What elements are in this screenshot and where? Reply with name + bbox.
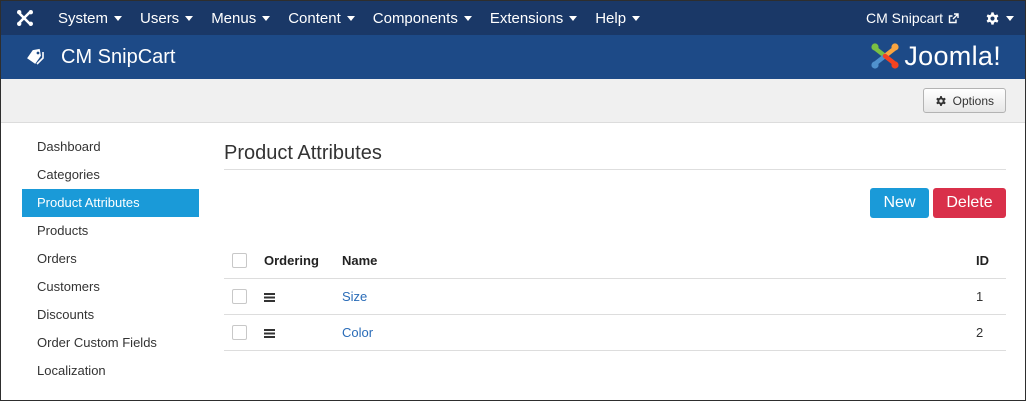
options-button[interactable]: Options: [922, 88, 1006, 113]
menu-extensions[interactable]: Extensions: [481, 1, 586, 35]
page-title: Product Attributes: [224, 142, 382, 164]
main-menu: System Users Menus Content Components Ex…: [49, 1, 649, 35]
joomla-icon: [17, 10, 33, 26]
caret-down-icon: [569, 15, 578, 21]
menu-system[interactable]: System: [49, 1, 131, 35]
sidebar-item-customers[interactable]: Customers: [22, 273, 199, 301]
tag-icon: [25, 45, 49, 69]
header-checkbox-cell: [224, 243, 264, 279]
id-cell: 2: [976, 314, 1006, 351]
row-checkbox[interactable]: [232, 325, 247, 341]
menu-components[interactable]: Components: [364, 1, 481, 35]
site-link[interactable]: CM Snipcart: [852, 1, 973, 35]
sidebar-item-localization[interactable]: Localization: [22, 357, 199, 385]
attribute-name-link[interactable]: Color: [342, 325, 373, 340]
column-header-ordering[interactable]: Ordering: [264, 243, 342, 279]
joomla-menu-logo[interactable]: [1, 1, 49, 35]
sidebar-item-orders[interactable]: Orders: [22, 245, 199, 273]
column-header-id[interactable]: ID: [976, 243, 1006, 279]
row-checkbox[interactable]: [232, 289, 247, 305]
row-checkbox-cell: [224, 314, 264, 351]
caret-down-icon: [262, 15, 271, 21]
toolbar: Options: [1, 79, 1025, 123]
id-cell: 1: [976, 278, 1006, 315]
sidebar-item-discounts[interactable]: Discounts: [22, 301, 199, 329]
caret-down-icon: [463, 15, 472, 21]
table-row: Color 2: [224, 314, 1006, 351]
admin-menubar: System Users Menus Content Components Ex…: [1, 1, 1025, 35]
menu-components-label: Components: [372, 9, 458, 27]
sidebar-item-order-custom-fields[interactable]: Order Custom Fields: [22, 329, 199, 357]
new-button[interactable]: New: [870, 188, 929, 218]
gear-icon: [986, 11, 998, 25]
select-all-checkbox[interactable]: [232, 253, 247, 269]
caret-down-icon: [185, 15, 194, 21]
attributes-table: Ordering Name ID Size 1 Color 2: [224, 243, 1006, 351]
delete-button[interactable]: Delete: [933, 188, 1006, 218]
sidebar-item-product-attributes[interactable]: Product Attributes: [22, 189, 199, 217]
topbar-right: CM Snipcart: [852, 1, 1025, 35]
joomla-wordmark: Joomla!: [904, 40, 1001, 71]
drag-handle-icon[interactable]: [264, 328, 275, 338]
caret-down-icon: [632, 15, 641, 21]
options-label: Options: [952, 93, 994, 108]
sidebar-item-products[interactable]: Products: [22, 217, 199, 245]
menu-help[interactable]: Help: [586, 1, 649, 35]
row-checkbox-cell: [224, 278, 264, 315]
gear-icon: [935, 95, 946, 106]
name-cell: Size: [342, 278, 976, 315]
table-header-row: Ordering Name ID: [224, 243, 1006, 279]
menu-users[interactable]: Users: [131, 1, 202, 35]
sidebar-item-categories[interactable]: Categories: [22, 161, 199, 189]
settings-menu[interactable]: [973, 1, 1025, 35]
site-link-label: CM Snipcart: [865, 10, 943, 26]
caret-down-icon: [346, 15, 355, 21]
column-header-name[interactable]: Name: [342, 243, 976, 279]
sidebar: Dashboard Categories Product Attributes …: [22, 133, 199, 385]
component-title: CM SnipCart: [61, 45, 176, 68]
caret-down-icon: [1005, 15, 1014, 21]
menu-content[interactable]: Content: [279, 1, 364, 35]
external-link-icon: [948, 12, 959, 23]
menu-users-label: Users: [140, 9, 180, 27]
menu-content-label: Content: [288, 9, 341, 27]
menu-system-label: System: [58, 9, 109, 27]
attribute-name-link[interactable]: Size: [342, 289, 367, 304]
sidebar-item-dashboard[interactable]: Dashboard: [22, 133, 199, 161]
menu-help-label: Help: [595, 9, 627, 27]
ordering-cell: [264, 314, 342, 351]
drag-handle-icon[interactable]: [264, 292, 275, 302]
menu-extensions-label: Extensions: [489, 9, 564, 27]
divider: [224, 169, 1006, 170]
menu-menus[interactable]: Menus: [202, 1, 279, 35]
table-row: Size 1: [224, 278, 1006, 315]
joomla-brand-icon: [871, 43, 899, 69]
joomla-logo: Joomla!: [870, 38, 1001, 74]
component-header: CM SnipCart Joomla!: [1, 35, 1025, 79]
name-cell: Color: [342, 314, 976, 351]
caret-down-icon: [114, 15, 123, 21]
ordering-cell: [264, 278, 342, 315]
menu-menus-label: Menus: [211, 9, 257, 27]
